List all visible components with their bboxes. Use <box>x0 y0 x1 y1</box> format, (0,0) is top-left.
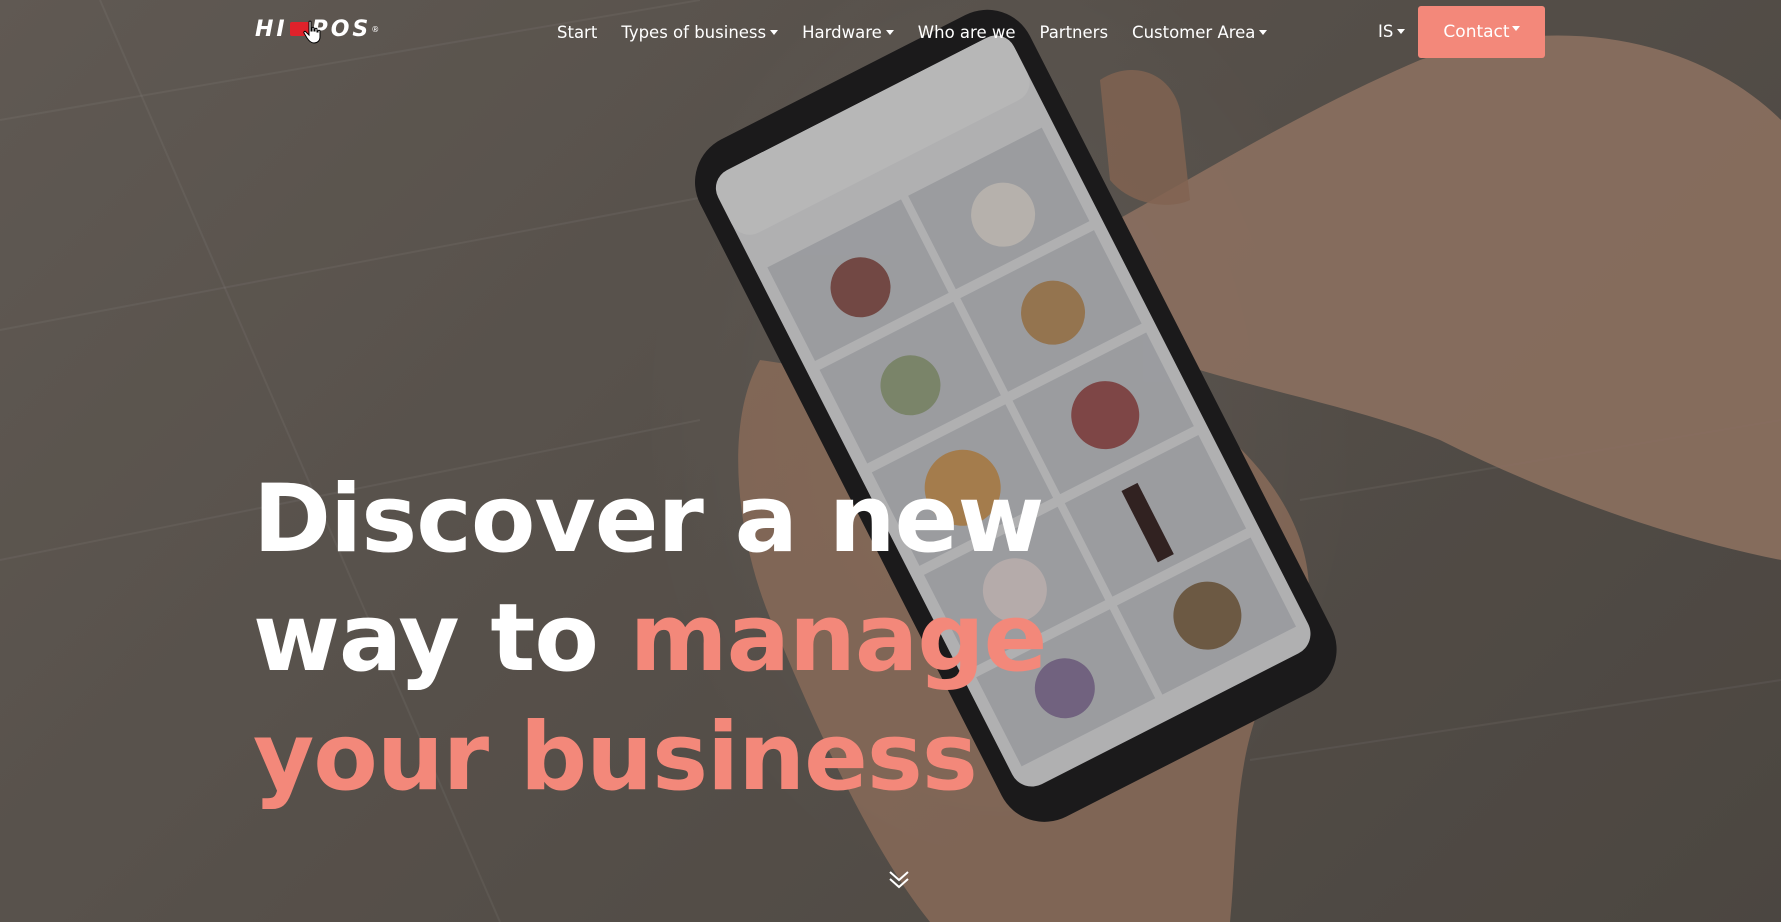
nav-item-partners[interactable]: Partners <box>1039 23 1108 42</box>
nav-item-label: Hardware <box>802 22 882 42</box>
headline-line-2-plain: way to <box>253 584 630 693</box>
headline-line-3-accent: your business <box>253 703 978 812</box>
contact-button-label: Contact <box>1443 22 1510 42</box>
nav-item-start[interactable]: Start <box>557 23 597 42</box>
language-selector[interactable]: IS <box>1378 22 1406 41</box>
hand-pointer-icon <box>303 20 321 44</box>
logo-left-text: HI <box>255 16 288 42</box>
nav-item-customer-area[interactable]: Customer Area <box>1132 22 1268 42</box>
nav-item-label: Partners <box>1039 22 1109 42</box>
caret-down-icon <box>1397 29 1406 34</box>
hero-headline: Discover a new way to manage your busine… <box>253 460 1153 817</box>
nav-item-label: Customer Area <box>1132 22 1256 42</box>
caret-down-icon <box>1259 29 1268 35</box>
nav-item-label: Types of business <box>621 22 767 42</box>
nav-item-label: Start <box>557 22 598 42</box>
nav-item-who-are-we[interactable]: Who are we <box>918 23 1016 42</box>
caret-down-icon <box>1511 25 1520 31</box>
language-label: IS <box>1378 22 1394 41</box>
headline-line-2-accent: manage <box>629 584 1048 693</box>
contact-button[interactable]: Contact <box>1418 6 1545 58</box>
nav-item-label: Who are we <box>917 22 1016 42</box>
caret-down-icon <box>885 29 894 35</box>
headline-line-1: Discover a new <box>253 465 1044 574</box>
main-navigation: Start Types of business Hardware Who are… <box>557 20 1291 44</box>
double-chevron-down-icon[interactable] <box>887 869 911 891</box>
caret-down-icon <box>770 29 779 35</box>
logo-trademark: ® <box>371 24 380 34</box>
nav-item-hardware[interactable]: Hardware <box>802 23 894 42</box>
nav-item-types-of-business[interactable]: Types of business <box>621 22 779 42</box>
